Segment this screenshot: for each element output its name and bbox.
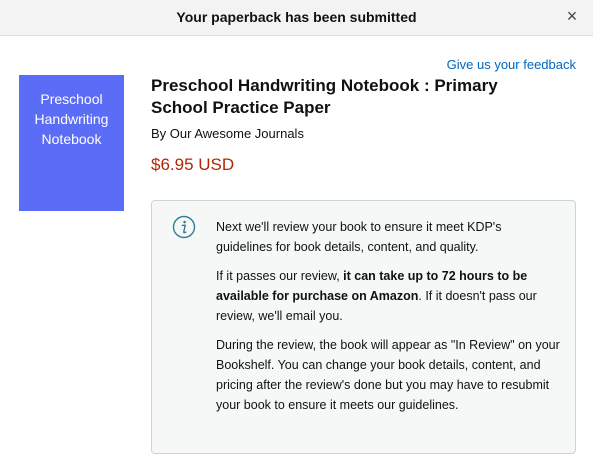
info-paragraph-2: If it passes our review, it can take up … (216, 266, 561, 326)
info-icon (172, 215, 196, 239)
info-text: Next we'll review your book to ensure it… (216, 217, 561, 424)
feedback-link[interactable]: Give us your feedback (447, 57, 576, 72)
close-icon[interactable]: × (565, 6, 579, 26)
book-price: $6.95 USD (151, 155, 235, 174)
info-paragraph-3: During the review, the book will appear … (216, 338, 560, 412)
book-author: By Our Awesome Journals (151, 126, 304, 141)
info-paragraph-1: Next we'll review your book to ensure it… (216, 220, 502, 254)
review-info-box: Next we'll review your book to ensure it… (151, 200, 576, 454)
book-cover-text: Preschool Handwriting Notebook (34, 91, 109, 147)
modal-header: Your paperback has been submitted × (0, 0, 593, 36)
info-p2-pre: If it passes our review, (216, 269, 344, 283)
book-title: Preschool Handwriting Notebook : Primary… (151, 76, 498, 117)
modal-title: Your paperback has been submitted (176, 9, 417, 25)
book-cover: Preschool Handwriting Notebook (19, 75, 124, 211)
